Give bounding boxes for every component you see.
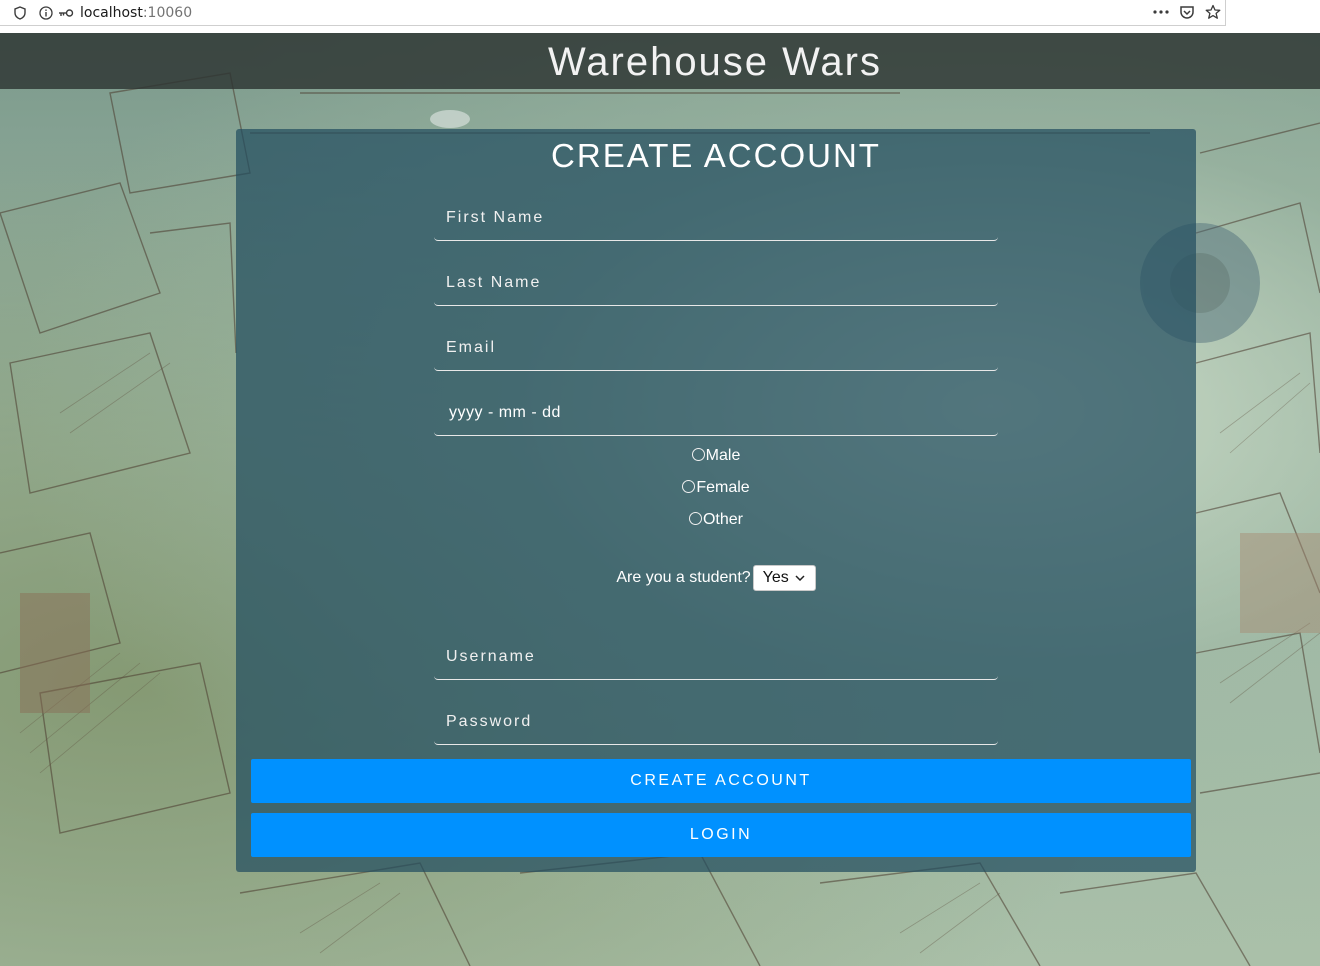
email-input[interactable] <box>434 327 998 369</box>
date-of-birth-field[interactable]: yyyy - mm - dd <box>434 392 998 436</box>
form-title: CREATE ACCOUNT <box>551 137 881 174</box>
username-input[interactable] <box>434 636 998 678</box>
last-name-input[interactable] <box>434 262 998 304</box>
login-button[interactable]: LOGIN <box>251 813 1191 857</box>
radio-other-circle[interactable] <box>688 511 702 525</box>
radio-female-circle[interactable] <box>682 479 696 493</box>
student-question-label: Are you a student? <box>616 569 751 586</box>
shield-icon[interactable] <box>12 5 28 21</box>
info-icon[interactable] <box>38 5 54 21</box>
site-header: Warehouse Wars <box>0 33 1320 89</box>
create-account-button[interactable]: CREATE ACCOUNT <box>251 759 1191 803</box>
chrome-separator <box>0 26 1320 33</box>
password-field-wrapper <box>434 701 998 745</box>
key-icon[interactable] <box>58 5 74 21</box>
gender-radio-female[interactable]: Female <box>236 479 1196 497</box>
browser-toolbar: localhost:10060 <box>0 0 1226 26</box>
student-select-value: Yes <box>762 569 789 586</box>
url-bar[interactable]: localhost:10060 <box>80 5 192 21</box>
gender-radio-male[interactable]: Male <box>236 447 1196 465</box>
username-field-wrapper <box>434 636 998 680</box>
email-field-wrapper <box>434 327 998 371</box>
chevron-down-icon <box>795 575 805 581</box>
gender-radio-other[interactable]: Other <box>236 511 1196 529</box>
bookmark-star-icon[interactable] <box>1205 4 1221 20</box>
radio-other-label: Other <box>702 511 743 528</box>
url-host: localhost <box>80 4 143 21</box>
first-name-field-wrapper <box>434 197 998 241</box>
first-name-input[interactable] <box>434 197 998 239</box>
create-account-panel: CREATE ACCOUNT yyyy - mm - dd Male Femal… <box>236 129 1196 872</box>
date-of-birth-placeholder: yyyy - mm - dd <box>449 404 561 421</box>
student-question-row: Are you a student? Yes <box>236 565 1196 591</box>
password-input[interactable] <box>434 701 998 743</box>
pocket-icon[interactable] <box>1179 4 1195 20</box>
radio-male-label: Male <box>705 447 741 464</box>
chrome-gap <box>1226 0 1320 26</box>
url-port: :10060 <box>142 4 193 21</box>
site-title: Warehouse Wars <box>547 39 882 84</box>
last-name-field-wrapper <box>434 262 998 306</box>
student-select[interactable]: Yes <box>752 565 816 591</box>
radio-female-label: Female <box>696 479 750 496</box>
more-actions-icon[interactable] <box>1153 4 1169 20</box>
radio-male-circle[interactable] <box>691 447 705 461</box>
